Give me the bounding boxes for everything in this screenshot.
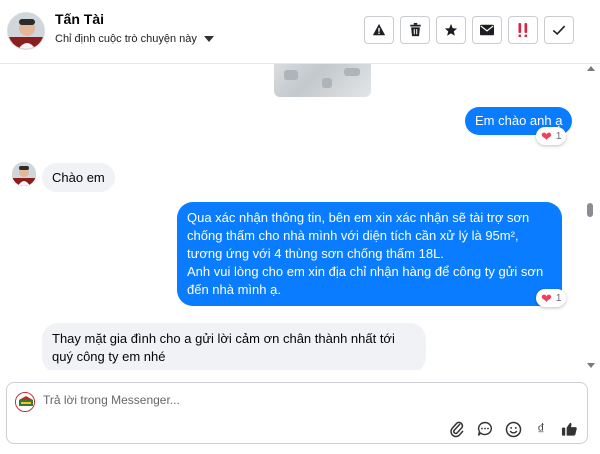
mark-unread-button[interactable] bbox=[472, 16, 502, 44]
reply-composer: ₫ bbox=[6, 382, 588, 444]
scrollbar-thumb[interactable] bbox=[587, 203, 593, 217]
page-avatar bbox=[15, 392, 35, 412]
delete-button[interactable] bbox=[400, 16, 430, 44]
message-text: Thay mặt gia đình cho a gửi lời cảm ơn c… bbox=[52, 331, 395, 364]
message-text: Chào em bbox=[52, 170, 105, 185]
heart-icon: ❤ bbox=[541, 290, 552, 306]
message-reaction[interactable]: ❤ 1 bbox=[536, 289, 567, 307]
check-icon bbox=[552, 25, 566, 36]
message-text: Em chào anh ạ bbox=[475, 113, 563, 128]
paperclip-icon bbox=[450, 421, 464, 438]
composer-tools: ₫ bbox=[447, 419, 579, 439]
follow-up-button[interactable] bbox=[508, 16, 538, 44]
trash-icon bbox=[409, 23, 421, 37]
caret-down-icon bbox=[203, 36, 214, 42]
like-button[interactable] bbox=[559, 419, 579, 439]
incoming-message[interactable]: Thay mặt gia đình cho a gửi lời cảm ơn c… bbox=[42, 323, 426, 370]
scroll-down-arrow-icon[interactable] bbox=[587, 363, 595, 368]
reply-input[interactable] bbox=[43, 393, 483, 407]
scrollbar[interactable] bbox=[587, 64, 597, 370]
mark-done-button[interactable] bbox=[544, 16, 574, 44]
image-attachment-preview[interactable] bbox=[274, 64, 371, 97]
incoming-message[interactable]: Chào em bbox=[42, 163, 115, 192]
attach-button[interactable] bbox=[447, 419, 467, 439]
assign-label: Chỉ định cuộc trò chuyện này bbox=[55, 33, 197, 45]
star-button[interactable] bbox=[436, 16, 466, 44]
message-text: Qua xác nhận thông tin, bên em xin xác n… bbox=[187, 210, 544, 297]
reaction-count: 1 bbox=[555, 130, 562, 142]
message-reaction[interactable]: ❤ 1 bbox=[536, 127, 567, 145]
star-icon bbox=[444, 23, 458, 36]
saved-replies-button[interactable] bbox=[475, 419, 495, 439]
contact-name: Tấn Tài bbox=[55, 11, 105, 27]
thumbs-up-icon bbox=[561, 422, 577, 436]
header-actions bbox=[364, 16, 574, 44]
emoji-icon bbox=[505, 421, 521, 437]
outgoing-message[interactable]: Qua xác nhận thông tin, bên em xin xác n… bbox=[177, 202, 562, 306]
double-exclamation-icon bbox=[518, 23, 528, 38]
envelope-icon bbox=[480, 24, 494, 36]
conversation-header: Tấn Tài Chỉ định cuộc trò chuyện này bbox=[0, 0, 600, 64]
chat-bubble-icon bbox=[477, 421, 492, 436]
warning-icon bbox=[372, 23, 386, 36]
contact-avatar[interactable] bbox=[7, 12, 45, 50]
contact-avatar-small bbox=[12, 162, 36, 186]
heart-icon: ❤ bbox=[541, 128, 552, 144]
reaction-count: 1 bbox=[555, 292, 562, 304]
message-thread[interactable]: Em chào anh ạ ❤ 1 Chào em Qua xác nhận t… bbox=[0, 64, 600, 370]
mark-spam-button[interactable] bbox=[364, 16, 394, 44]
dong-icon[interactable]: ₫ bbox=[531, 419, 551, 439]
emoji-button[interactable] bbox=[503, 419, 523, 439]
assign-conversation-dropdown[interactable]: Chỉ định cuộc trò chuyện này bbox=[55, 33, 214, 45]
scroll-up-arrow-icon[interactable] bbox=[587, 66, 595, 71]
